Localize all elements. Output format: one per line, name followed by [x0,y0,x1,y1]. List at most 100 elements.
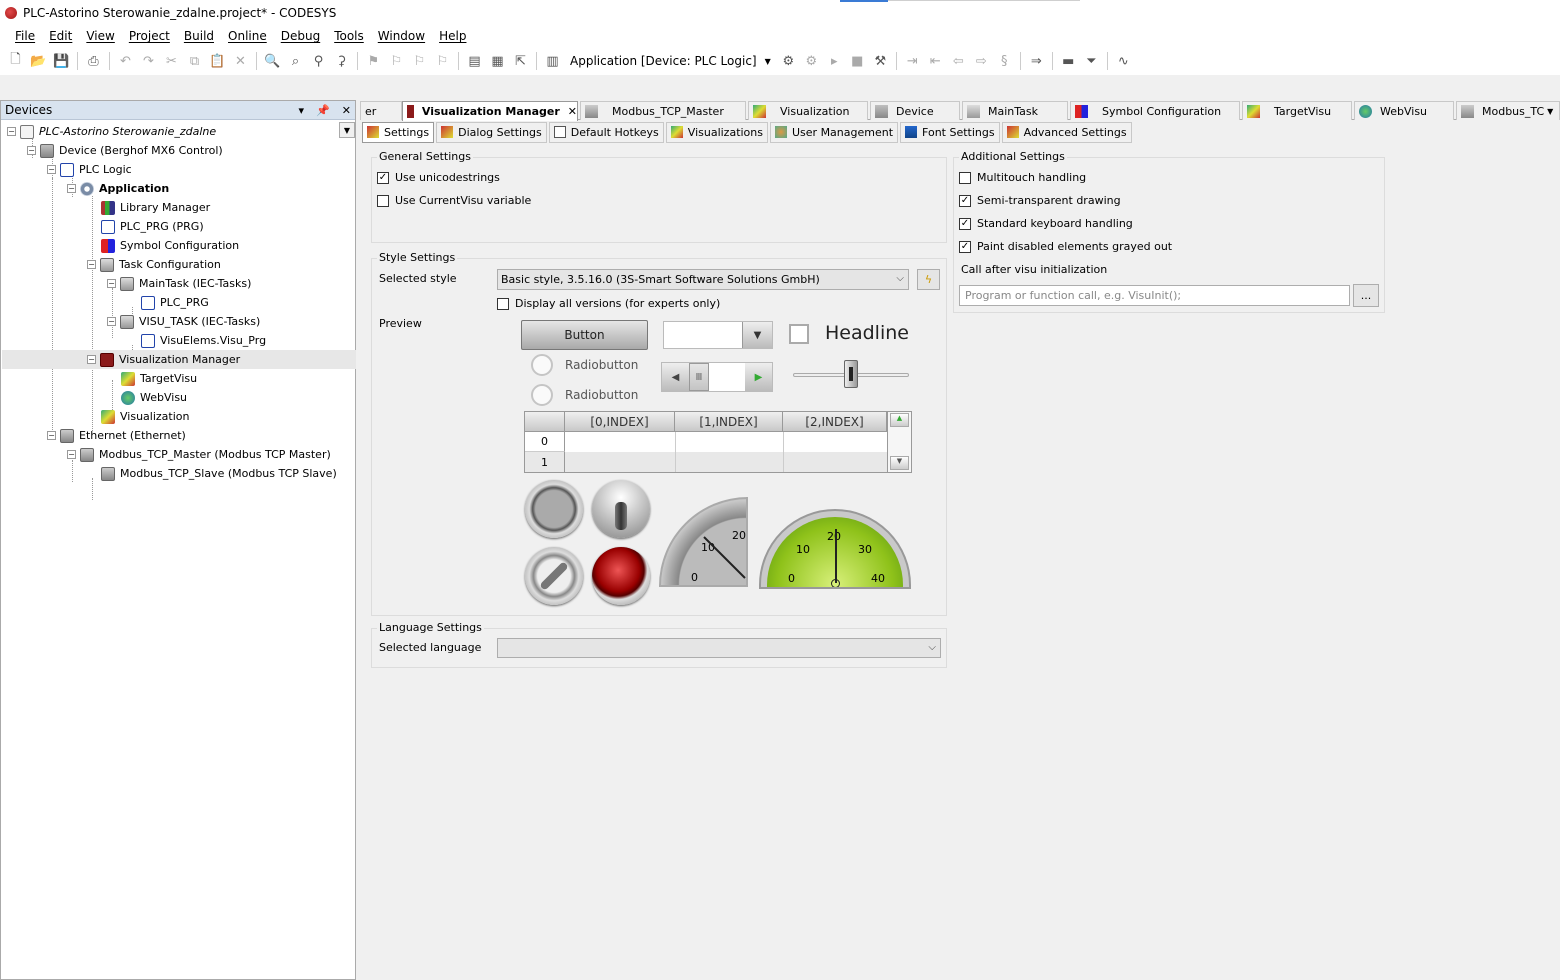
menu-build[interactable]: Build [177,29,221,43]
collapse-icon[interactable]: − [27,146,36,155]
find-replace-icon[interactable]: ⌕ [286,51,306,71]
collapse-icon[interactable]: − [47,431,56,440]
tree-dropdown-button[interactable]: ▼ [339,122,355,138]
tree-item-application[interactable]: − Application [67,179,169,198]
tree-item-visu-task[interactable]: − VISU_TASK (IEC-Tasks) [107,312,260,331]
checkbox-unchecked[interactable] [377,194,389,207]
tree-item-modbus-slave[interactable]: Modbus_TCP_Slave (Modbus TCP Slave) [101,464,337,483]
checkbox-checked[interactable]: ✓ [959,194,971,207]
bookmark-clear-icon[interactable]: ⚐ [433,51,453,71]
cut-icon[interactable]: ✂ [162,51,182,71]
menu-online[interactable]: Online [221,29,274,43]
subtab-dialog-settings[interactable]: Dialog Settings [436,121,547,143]
collapse-icon[interactable]: − [67,450,76,459]
pin-icon[interactable]: 📌 [316,104,330,117]
tab-partial[interactable]: er [360,101,402,120]
menu-tools[interactable]: Tools [327,29,371,43]
trend-icon[interactable]: ∿ [1113,51,1133,71]
checkbox-unchecked[interactable] [959,171,971,184]
call-after-init-input[interactable]: Program or function call, e.g. VisuInit(… [959,285,1350,306]
collapse-icon[interactable]: − [67,184,76,193]
step-into-icon[interactable]: ⇤ [925,51,945,71]
tree-item-targetvisu[interactable]: TargetVisu [121,369,197,388]
filter-icon[interactable]: ⏷ [1081,51,1101,71]
subtab-user-management[interactable]: User Management [770,121,899,143]
write-values-icon[interactable]: ⇒ [1026,51,1046,71]
redo-icon[interactable]: ↷ [139,51,159,71]
tree-item-maintask[interactable]: − MainTask (IEC-Tasks) [107,274,251,293]
start-icon[interactable]: ▸ [824,51,844,71]
tree-item-task-configuration[interactable]: − Task Configuration [87,255,221,274]
export-icon[interactable]: ⇱ [511,51,531,71]
semi-transparent-checkbox[interactable]: ✓ Semi-transparent drawing [959,194,1121,207]
replace-icon[interactable]: ⚳ [332,51,352,71]
subtab-advanced-settings[interactable]: Advanced Settings [1001,121,1132,143]
tab-modbus-tcp-master[interactable]: Modbus_TCP_Master [580,101,746,120]
application-selector[interactable]: Application [Device: PLC Logic] ▼ [564,54,777,68]
checkbox-checked[interactable]: ✓ [959,217,971,230]
tab-device[interactable]: Device [870,101,960,120]
bookmark-next-icon[interactable]: ⚐ [410,51,430,71]
build-icon[interactable]: ▤ [465,51,485,71]
logout-icon[interactable]: ⚙ [801,51,821,71]
use-unicode-checkbox[interactable]: ✓ Use unicodestrings [377,171,500,184]
tree-item-project[interactable]: − PLC-Astorino Sterowanie_zdalne [7,122,216,141]
use-currentvisu-checkbox[interactable]: Use CurrentVisu variable [377,194,531,207]
tab-visualization-manager[interactable]: Visualization Manager ✕ [402,101,578,121]
subtab-visualizations[interactable]: Visualizations [665,121,768,143]
checkbox-checked[interactable]: ✓ [377,171,389,184]
run-to-cursor-icon[interactable]: ⇨ [971,51,991,71]
tab-modbus-tc[interactable]: Modbus_TC ▼ [1456,101,1560,120]
open-project-icon[interactable]: 📂 [29,51,49,71]
add-object-icon[interactable]: ▦ [488,51,508,71]
browse-button[interactable]: ... [1353,284,1379,307]
tree-item-plc-prg-call[interactable]: PLC_PRG [141,293,209,312]
menu-debug[interactable]: Debug [274,29,327,43]
selected-language-combo[interactable]: ⌵ [497,638,941,658]
tree-item-library-manager[interactable]: Library Manager [101,198,210,217]
force-values-icon[interactable]: ▬ [1058,51,1078,71]
tree-item-visualization-manager[interactable]: − Visualization Manager [2,350,356,369]
collapse-icon[interactable]: − [107,317,116,326]
menu-view[interactable]: View [79,29,121,43]
bookmark-icon[interactable]: ⚑ [364,51,384,71]
find-icon[interactable]: 🔍 [263,51,283,71]
reset-icon[interactable]: ⚒ [870,51,890,71]
collapse-icon[interactable]: − [7,127,16,136]
selected-style-combo[interactable]: Basic style, 3.5.16.0 (3S-Smart Software… [497,269,909,290]
tree-item-ethernet[interactable]: − Ethernet (Ethernet) [47,426,186,445]
tab-overflow-icon[interactable]: ▼ [1547,107,1553,116]
tab-webvisu[interactable]: WebVisu [1354,101,1454,120]
delete-icon[interactable]: ✕ [231,51,251,71]
tab-targetvisu[interactable]: TargetVisu [1242,101,1352,120]
menu-edit[interactable]: Edit [42,29,79,43]
collapse-icon[interactable]: − [87,355,96,364]
bookmark-prev-icon[interactable]: ⚐ [387,51,407,71]
display-all-versions-checkbox[interactable]: Display all versions (for experts only) [497,297,720,310]
subtab-default-hotkeys[interactable]: Default Hotkeys [548,121,664,143]
tree-item-plc-prg[interactable]: PLC_PRG (PRG) [101,217,204,236]
collapse-icon[interactable]: − [87,260,96,269]
login-icon[interactable]: ⚙ [778,51,798,71]
device-icon[interactable]: ▥ [543,51,563,71]
tree-item-visualization[interactable]: Visualization [101,407,189,426]
breakpoint-icon[interactable]: § [994,51,1014,71]
find-next-icon[interactable]: ⚲ [309,51,329,71]
menu-help[interactable]: Help [432,29,473,43]
multitouch-checkbox[interactable]: Multitouch handling [959,171,1086,184]
standard-keyboard-checkbox[interactable]: ✓ Standard keyboard handling [959,217,1133,230]
close-icon[interactable]: ✕ [342,104,351,117]
tab-visualization[interactable]: Visualization [748,101,868,120]
step-out-icon[interactable]: ⇦ [948,51,968,71]
subtab-font-settings[interactable]: Font Settings [900,121,1000,143]
step-over-icon[interactable]: ⇥ [902,51,922,71]
tab-symbol-configuration[interactable]: Symbol Configuration [1070,101,1240,120]
tree-item-device[interactable]: − Device (Berghof MX6 Control) [27,141,223,160]
tree-item-symbol-configuration[interactable]: Symbol Configuration [101,236,239,255]
menu-file[interactable]: File [8,29,42,43]
tree-item-visuelems-visu-prg[interactable]: VisuElems.Visu_Prg [141,331,266,350]
stop-icon[interactable]: ■ [847,51,867,71]
copy-icon[interactable]: ⧉ [185,51,205,71]
tree-item-modbus-master[interactable]: − Modbus_TCP_Master (Modbus TCP Master) [67,445,331,464]
collapse-icon[interactable]: − [47,165,56,174]
